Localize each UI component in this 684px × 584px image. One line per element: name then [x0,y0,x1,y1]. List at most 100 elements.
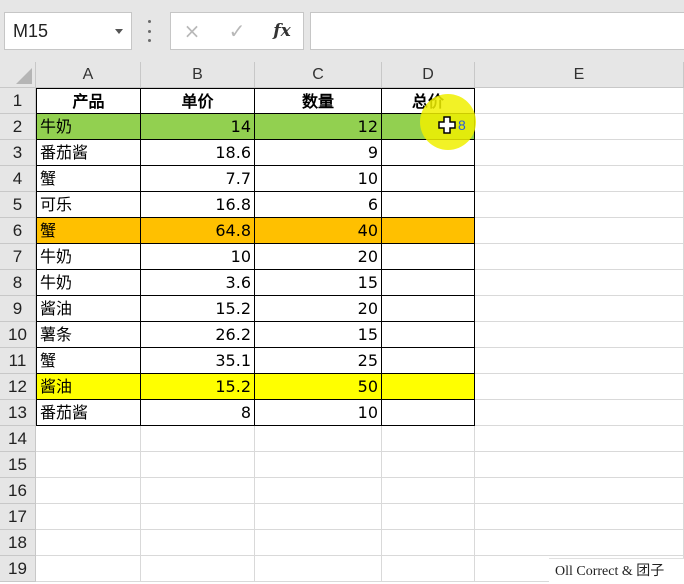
product-cell[interactable]: 酱油 [36,374,141,400]
total-cell[interactable] [382,270,475,296]
quantity-cell[interactable]: 20 [255,296,382,322]
quantity-cell[interactable]: 9 [255,140,382,166]
worksheet-grid[interactable]: A B C D E 1 产品 单价 数量 总价 2 牛奶 14 12 3 番茄酱 18.6 9 4 蟹 7.7… [0,62,684,584]
empty-cell[interactable] [382,426,475,452]
empty-cell[interactable] [475,218,684,244]
total-cell[interactable] [382,244,475,270]
total-cell[interactable] [382,348,475,374]
empty-cell[interactable] [475,140,684,166]
quantity-cell[interactable]: 50 [255,374,382,400]
empty-cell[interactable] [141,530,255,556]
row-header[interactable]: 14 [0,426,36,452]
total-cell[interactable] [382,140,475,166]
quantity-cell[interactable]: 15 [255,270,382,296]
quantity-cell[interactable]: 20 [255,244,382,270]
empty-cell[interactable] [141,452,255,478]
name-box-value[interactable]: M15 [13,21,48,42]
check-icon[interactable]: ✓ [224,19,250,43]
product-cell[interactable]: 蟹 [36,166,141,192]
total-cell[interactable] [382,218,475,244]
total-cell[interactable] [382,400,475,426]
empty-cell[interactable] [255,452,382,478]
empty-cell[interactable] [475,296,684,322]
empty-cell[interactable] [255,556,382,582]
more-options-icon[interactable] [146,20,152,42]
empty-cell[interactable] [141,504,255,530]
empty-cell[interactable] [255,478,382,504]
quantity-cell[interactable]: 12 [255,114,382,140]
row-header[interactable]: 17 [0,504,36,530]
empty-cell[interactable] [475,478,684,504]
price-cell[interactable]: 18.6 [141,140,255,166]
column-header-d[interactable]: D [382,62,475,88]
row-header[interactable]: 9 [0,296,36,322]
empty-cell[interactable] [141,556,255,582]
quantity-cell[interactable]: 40 [255,218,382,244]
total-cell[interactable] [382,322,475,348]
empty-cell[interactable] [36,504,141,530]
empty-cell[interactable] [382,452,475,478]
price-cell[interactable]: 15.2 [141,374,255,400]
header-cell-c[interactable]: 数量 [255,88,382,114]
price-cell[interactable]: 8 [141,400,255,426]
cancel-icon[interactable]: × [179,19,205,43]
empty-cell[interactable] [475,530,684,556]
empty-cell[interactable] [141,478,255,504]
total-cell[interactable] [382,166,475,192]
row-header[interactable]: 16 [0,478,36,504]
product-cell[interactable]: 酱油 [36,296,141,322]
chevron-down-icon[interactable] [115,29,123,34]
empty-cell[interactable] [475,426,684,452]
price-cell[interactable]: 7.7 [141,166,255,192]
price-cell[interactable]: 10 [141,244,255,270]
row-header[interactable]: 19 [0,556,36,582]
product-cell[interactable]: 蟹 [36,348,141,374]
function-icon[interactable]: fx [269,19,295,43]
empty-cell[interactable] [475,322,684,348]
empty-cell[interactable] [255,530,382,556]
row-header[interactable]: 18 [0,530,36,556]
column-header-b[interactable]: B [141,62,255,88]
row-header[interactable]: 10 [0,322,36,348]
empty-cell[interactable] [36,556,141,582]
price-cell[interactable]: 15.2 [141,296,255,322]
header-cell-d[interactable]: 总价 [382,88,475,114]
quantity-cell[interactable]: 10 [255,400,382,426]
empty-cell[interactable] [255,504,382,530]
empty-cell[interactable] [36,478,141,504]
header-cell-b[interactable]: 单价 [141,88,255,114]
row-header[interactable]: 6 [0,218,36,244]
quantity-cell[interactable]: 6 [255,192,382,218]
empty-cell[interactable] [475,374,684,400]
quantity-cell[interactable]: 25 [255,348,382,374]
price-cell[interactable]: 26.2 [141,322,255,348]
row-header[interactable]: 7 [0,244,36,270]
product-cell[interactable]: 牛奶 [36,244,141,270]
column-header-a[interactable]: A [36,62,141,88]
empty-cell[interactable] [382,504,475,530]
empty-cell[interactable] [382,530,475,556]
row-header[interactable]: 11 [0,348,36,374]
row-header[interactable]: 3 [0,140,36,166]
total-cell[interactable] [382,296,475,322]
empty-cell[interactable] [475,114,684,140]
empty-cell[interactable] [475,348,684,374]
empty-cell[interactable] [475,270,684,296]
price-cell[interactable]: 64.8 [141,218,255,244]
total-cell[interactable] [382,374,475,400]
empty-cell[interactable] [141,426,255,452]
empty-cell[interactable] [36,530,141,556]
row-header[interactable]: 1 [0,88,36,114]
empty-cell[interactable] [475,166,684,192]
price-cell[interactable]: 3.6 [141,270,255,296]
row-header[interactable]: 12 [0,374,36,400]
row-header[interactable]: 8 [0,270,36,296]
header-cell-a[interactable]: 产品 [36,88,141,114]
row-header[interactable]: 13 [0,400,36,426]
empty-cell[interactable] [36,452,141,478]
row-header[interactable]: 15 [0,452,36,478]
empty-cell[interactable] [475,192,684,218]
empty-cell[interactable] [475,400,684,426]
product-cell[interactable]: 可乐 [36,192,141,218]
row-header[interactable]: 4 [0,166,36,192]
